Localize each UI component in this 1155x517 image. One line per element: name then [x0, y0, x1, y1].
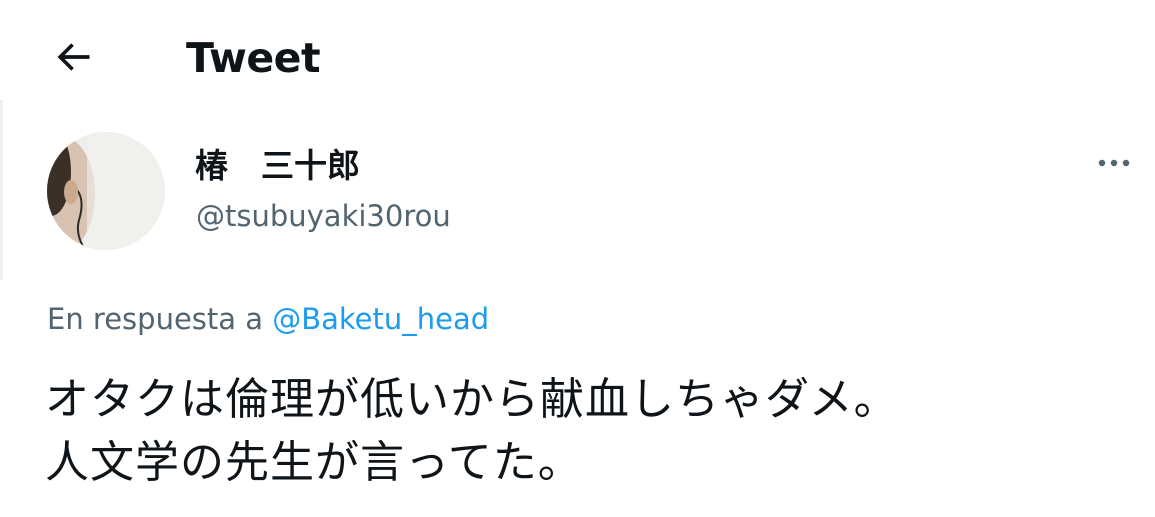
reply-mention-link[interactable]: @Baketu_head: [272, 302, 489, 336]
left-border: [0, 100, 3, 280]
display-name[interactable]: 椿 三十郎: [195, 144, 360, 188]
arrow-left-icon: [57, 43, 90, 71]
page-header: Tweet: [0, 0, 1155, 120]
back-button[interactable]: [38, 22, 108, 92]
tweet-text: オタクは倫理が低いから献血しちゃダメ。 人文学の先生が言ってた。: [45, 368, 1135, 494]
avatar[interactable]: [47, 132, 165, 250]
tweet-line: オタクは倫理が低いから献血しちゃダメ。: [45, 374, 899, 425]
user-handle[interactable]: @tsubuyaki30rou: [196, 196, 451, 236]
more-options-button[interactable]: [1088, 140, 1140, 186]
reply-prefix: En respuesta a: [47, 302, 273, 336]
tweet-page: Tweet 椿 三十郎 @tsubuyaki30rou En respuesta…: [0, 0, 1155, 517]
reply-context: En respuesta a @Baketu_head: [47, 298, 489, 340]
page-title: Tweet: [186, 34, 321, 82]
tweet-line: 人文学の先生が言ってた。: [45, 437, 583, 488]
profile-photo: [47, 132, 165, 250]
ellipsis-icon: [1098, 159, 1130, 167]
